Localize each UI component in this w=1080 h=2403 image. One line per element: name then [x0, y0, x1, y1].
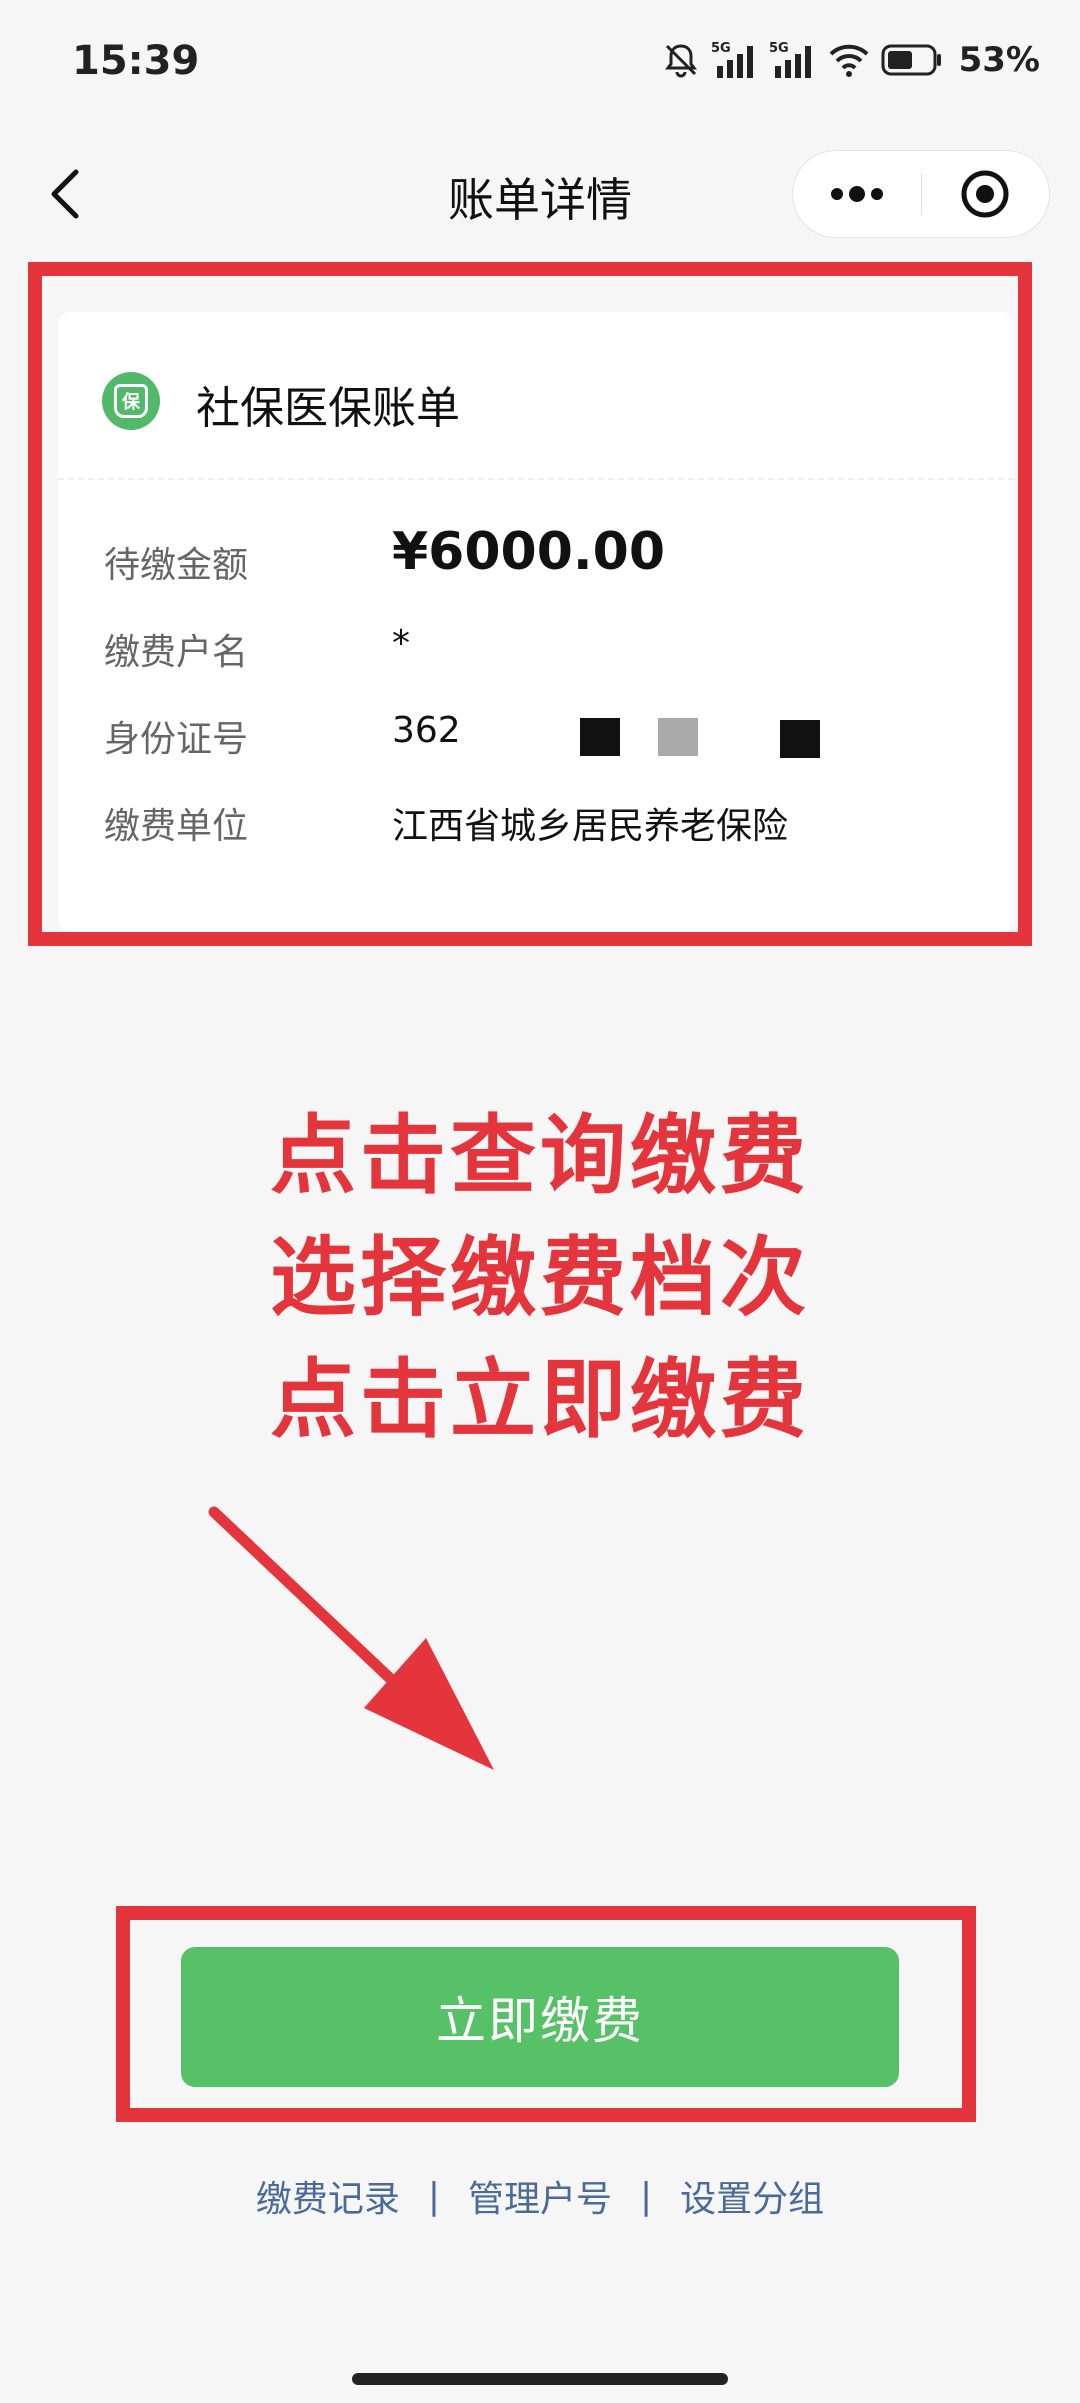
wifi-icon [827, 40, 871, 80]
bill-row-payee-unit: 缴费单位 江西省城乡居民养老保险 [104, 789, 984, 849]
manage-accounts-link[interactable]: 管理户号 [468, 2170, 612, 2222]
more-dots-icon[interactable] [793, 151, 921, 237]
bill-title: 社保医保账单 [196, 383, 460, 434]
bill-row-label: 待缴金额 [104, 545, 249, 586]
battery-percent: 53% [958, 40, 1040, 80]
status-time: 15:39 [72, 38, 200, 84]
instruction-overlay: 点击查询缴费 选择缴费档次 点击立即缴费 [0, 1095, 1080, 1461]
bill-row-amount: 待缴金额 ¥6000.00 [104, 522, 984, 588]
payment-records-link[interactable]: 缴费记录 [256, 2170, 400, 2222]
mini-program-capsule [792, 150, 1050, 238]
battery-icon [881, 42, 943, 78]
link-separator: | [427, 2175, 440, 2217]
nav-bar: 账单详情 [0, 140, 1080, 250]
instruction-line: 选择缴费档次 [270, 1228, 810, 1328]
bill-card-header: 保 社保医保账单 [58, 312, 1014, 480]
bill-row-payer-name: 缴费户名 * [104, 615, 984, 675]
pay-now-button[interactable]: 立即缴费 [181, 1947, 899, 2087]
set-groups-link[interactable]: 设置分组 [680, 2170, 824, 2222]
status-bar: 15:39 5G 5G 53% [0, 0, 1080, 130]
redaction-mask [658, 718, 698, 756]
link-separator: | [640, 2175, 653, 2217]
signal-5g-icon: 5G [711, 40, 759, 80]
bill-row-label: 缴费户名 [104, 632, 249, 673]
bill-row-label: 身份证号 [104, 719, 249, 760]
amount-value: ¥6000.00 [392, 522, 666, 582]
red-arrow-icon [208, 1506, 494, 1770]
svg-text:5G: 5G [711, 41, 731, 56]
redaction-mask [780, 720, 820, 758]
home-indicator[interactable] [352, 2373, 728, 2385]
redaction-mask [580, 718, 620, 756]
bottom-links: 缴费记录 | 管理户号 | 设置分组 [0, 2170, 1080, 2222]
bill-row-id-number: 身份证号 362 [104, 702, 984, 762]
close-target-icon[interactable] [921, 151, 1049, 237]
instruction-line: 点击查询缴费 [270, 1106, 810, 1206]
svg-text:5G: 5G [769, 41, 789, 56]
shield-char: 保 [114, 384, 148, 418]
id-number-value: 362 [392, 710, 461, 751]
payee-unit-value: 江西省城乡居民养老保险 [392, 806, 789, 847]
bill-card: 保 社保医保账单 待缴金额 ¥6000.00 缴费户名 * 身份证号 362 缴… [58, 312, 1014, 932]
baobao-shield-icon: 保 [102, 372, 160, 430]
payer-name-value: * [392, 623, 410, 664]
mute-bell-icon [661, 40, 701, 80]
signal-5g-icon: 5G [769, 40, 817, 80]
instruction-line: 点击立即缴费 [270, 1350, 810, 1450]
status-icons: 5G 5G 53% [661, 40, 1040, 80]
bill-row-label: 缴费单位 [104, 806, 249, 847]
